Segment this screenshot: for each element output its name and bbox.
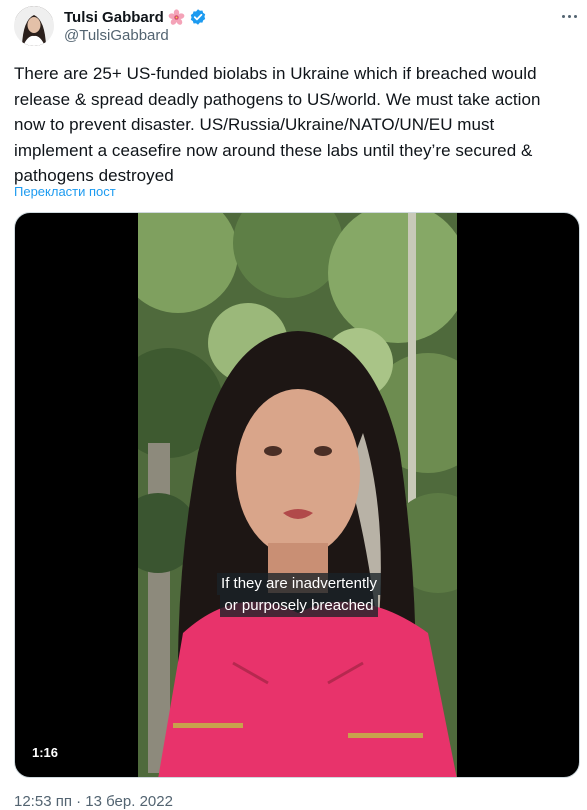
more-options-icon[interactable] [555, 6, 583, 26]
author-name-row: Tulsi Gabbard [64, 7, 207, 27]
video-caption-line: If they are inadvertently [217, 573, 381, 595]
translate-post-link[interactable]: Перекласти пост [14, 184, 116, 199]
video-player[interactable]: If they are inadvertently or purposely b… [14, 212, 580, 778]
tweet-text: There are 25+ US-funded biolabs in Ukrai… [14, 64, 541, 185]
video-caption-line: or purposely breached [220, 595, 378, 617]
video-frame: If they are inadvertently or purposely b… [138, 213, 457, 777]
tweet-card: Tulsi Gabbard @TulsiGabbard There are 25… [0, 0, 587, 810]
video-thumbnail-image [138, 213, 457, 777]
video-duration-badge: 1:16 [27, 743, 64, 763]
video-caption: If they are inadvertently or purposely b… [214, 573, 384, 617]
author-display-name[interactable]: Tulsi Gabbard [64, 9, 164, 26]
avatar[interactable] [14, 6, 54, 46]
hibiscus-flower-icon [168, 8, 185, 26]
author-handle[interactable]: @TulsiGabbard [64, 27, 169, 44]
tweet-timestamp[interactable]: 12:53 пп · 13 бер. 2022 [14, 793, 173, 810]
verified-badge-icon [189, 8, 207, 26]
